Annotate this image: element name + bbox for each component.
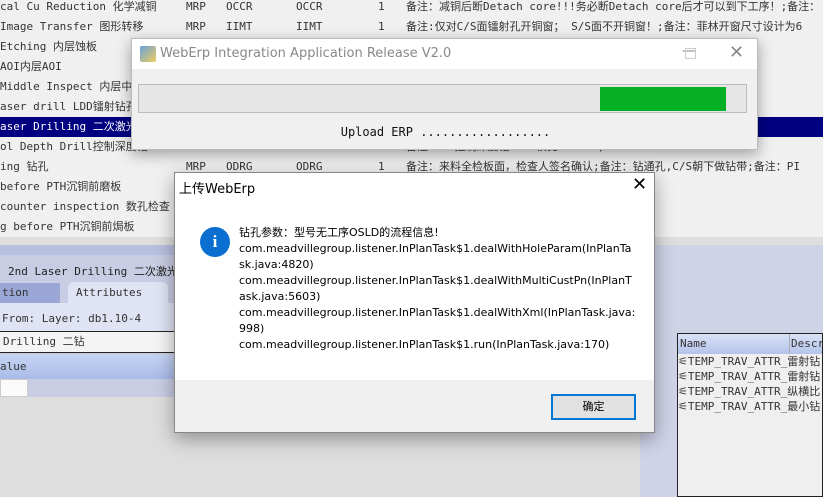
status-text: Upload ERP .................. [340,125,551,139]
from-layer: From: Layer: db1.10-4 [2,312,142,325]
progress-bar [138,84,747,113]
wand-icon: ⚟ [678,385,688,398]
message-line: 998) [239,322,265,335]
cell-qty: 1 [378,0,385,13]
attr-name: TEMP_TRAV_ATTR_ [687,370,788,383]
col-description[interactable]: Descri [789,334,823,354]
cell-name: aser drill LDD镭射钻孔 [0,100,137,113]
tab-attributes[interactable]: Attributes [68,282,168,303]
window-title: WebErp Integration Application Release V… [160,46,452,61]
attr-row[interactable]: ⚟TEMP_TRAV_ATTR_雷射钻 [678,354,822,369]
cell-name: AOI内层AOI [0,60,62,73]
cell-name: before PTH沉铜前磨板 [0,180,122,193]
message-line: ask.java:5603) [239,290,321,303]
value-cell[interactable] [0,379,28,397]
cell-src: MRP [186,0,206,13]
cell-src: MRP [186,20,206,33]
cell-name: ol Depth Drill控制深度钻 [0,140,148,153]
cell-name: Image Transfer 图形转移 [0,20,144,33]
attr-row[interactable]: ⚟TEMP_TRAV_ATTR_最小钻 [678,399,822,414]
table-row[interactable]: Image Transfer 图形转移 MRP IIMT IIMT 1 备注:仅对C/S面… [0,17,823,37]
message-dialog: 上传WebErp ✕ i 钻孔参数：型号无工序OSLD的流程信息! com.mea… [174,172,655,433]
attr-row[interactable]: ⚟TEMP_TRAV_ATTR_纵横比 [678,384,822,399]
ok-button[interactable]: 确定 [551,394,636,420]
message-line: sk.java:4820) [239,258,314,271]
attr-desc: 最小钻 [787,400,821,413]
attr-row[interactable]: ⚟TEMP_TRAV_ATTR_雷射钻 [678,369,822,384]
message-line: com.meadvillegroup.listener.InPlanTask$1… [239,338,610,351]
cell-name: g before PTH沉铜前焗板 [0,220,135,233]
attr-name: TEMP_TRAV_ATTR_ [687,355,788,368]
close-button[interactable]: ✕ [729,42,744,63]
dialog-title: 上传WebErp [179,182,256,197]
info-icon: i [200,227,230,257]
cell-remark: 备注：减铜后断Detach core!!!务必断Detach core后才可以到… [406,0,821,13]
cell-code2: OCCR [296,0,323,13]
cell-name: aser Drilling 二次激光钻 [0,120,148,133]
attr-name: TEMP_TRAV_ATTR_ [687,400,788,413]
attr-desc: 雷射钻 [787,355,821,368]
cell-code2: IIMT [296,20,323,33]
cell-code1: OCCR [226,0,253,13]
app-icon [140,46,156,62]
value-header: alue [0,360,27,373]
cell-name: Etching 内层蚀板 [0,40,97,53]
message-line: 钻孔参数：型号无工序OSLD的流程信息! [239,226,439,239]
attr-desc: 雷射钻 [787,370,821,383]
wand-icon: ⚟ [678,400,688,413]
cell-code1: IIMT [226,20,253,33]
message-line: com.meadvillegroup.listener.InPlanTask$1… [239,274,632,287]
progress-window: WebErp Integration Application Release V… [131,38,758,150]
col-name[interactable]: Name [680,334,707,354]
attr-name: TEMP_TRAV_ATTR_ [687,385,788,398]
maximize-button[interactable] [685,48,696,59]
message-line: com.meadvillegroup.listener.InPlanTask$1… [239,242,632,255]
attr-desc: 纵横比 [787,385,821,398]
cell-qty: 1 [378,20,385,33]
tab-description[interactable]: tion [0,283,60,303]
cell-name: counter inspection 数孔检查 [0,200,170,213]
message-line: com.meadvillegroup.listener.InPlanTask$1… [239,306,636,319]
progress-fill [599,87,726,111]
cell-remark: 备注:仅对C/S面镭射孔开铜窗； S/S面不开铜窗！;备注：菲林开窗尺寸设计为6 [406,20,803,33]
wand-icon: ⚟ [678,355,688,368]
dialog-message: 钻孔参数：型号无工序OSLD的流程信息! com.meadvillegroup.l… [239,225,635,353]
table-row[interactable]: cal Cu Reduction 化学减铜 MRP OCCR OCCR 1 备注：减铜后断… [0,0,823,17]
cell-name: cal Cu Reduction 化学减铜 [0,0,157,13]
dialog-close-button[interactable]: ✕ [632,174,647,195]
wand-icon: ⚟ [678,370,688,383]
cell-name: Middle Inspect 内层中检 [0,80,144,93]
cell-name: ing 钻孔 [0,160,49,173]
attributes-table: Name Descri ⚟TEMP_TRAV_ATTR_雷射钻⚟TEMP_TRA… [677,333,823,497]
